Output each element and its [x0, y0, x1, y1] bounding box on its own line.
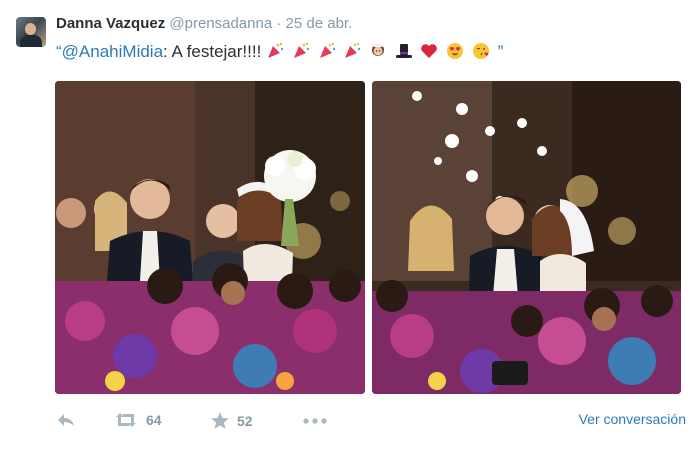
more-dots-icon [303, 418, 327, 424]
party-popper-icon [268, 43, 284, 58]
favorite-button[interactable]: 52 [211, 412, 253, 429]
avatar[interactable] [16, 17, 46, 47]
view-conversation-link[interactable]: Ver conversación [579, 411, 686, 427]
party-popper-icon [319, 43, 335, 58]
heart-eyes-face-icon [447, 43, 464, 59]
avatar-shirt [20, 35, 42, 47]
mention-link[interactable]: @AnahiMidia [62, 42, 163, 61]
retweet-button[interactable]: 64 [114, 412, 162, 428]
header-separator: · [276, 15, 282, 32]
quote-close: ” [497, 42, 504, 61]
tweet-header: Danna Vazquez @prensadanna · 25 de abr. [56, 15, 352, 32]
tweet-date[interactable]: 25 de abr. [286, 15, 353, 32]
more-button[interactable] [303, 418, 327, 424]
top-hat-icon [395, 44, 412, 58]
photo-left-illustration [55, 81, 365, 394]
author-name[interactable]: Danna Vazquez [56, 15, 165, 32]
party-popper-icon [293, 43, 309, 58]
tweet-text: “@AnahiMidia: A festejar!!!! ” [56, 42, 503, 62]
author-handle[interactable]: @prensadanna [169, 15, 272, 32]
tweet-actions: 64 52 Ver conversación [56, 405, 686, 435]
face-blowing-kiss-icon [472, 43, 489, 59]
wedding-photo-couple-bouquet[interactable] [55, 81, 365, 394]
party-popper-icon [345, 43, 361, 58]
tweet-body: : A festejar!!!! [163, 42, 262, 61]
red-heart-icon [421, 44, 438, 58]
favorite-count: 52 [237, 412, 253, 429]
retweet-count: 64 [146, 412, 162, 428]
avatar-face [25, 23, 36, 35]
star-icon [211, 412, 229, 429]
photo-right-illustration [372, 81, 681, 394]
bride-with-veil-icon [372, 44, 384, 56]
reply-button[interactable] [56, 412, 76, 428]
emoji-row [266, 42, 498, 61]
retweet-icon [116, 413, 136, 427]
wedding-photo-couple-kiss[interactable] [372, 81, 681, 394]
reply-icon [58, 414, 74, 426]
